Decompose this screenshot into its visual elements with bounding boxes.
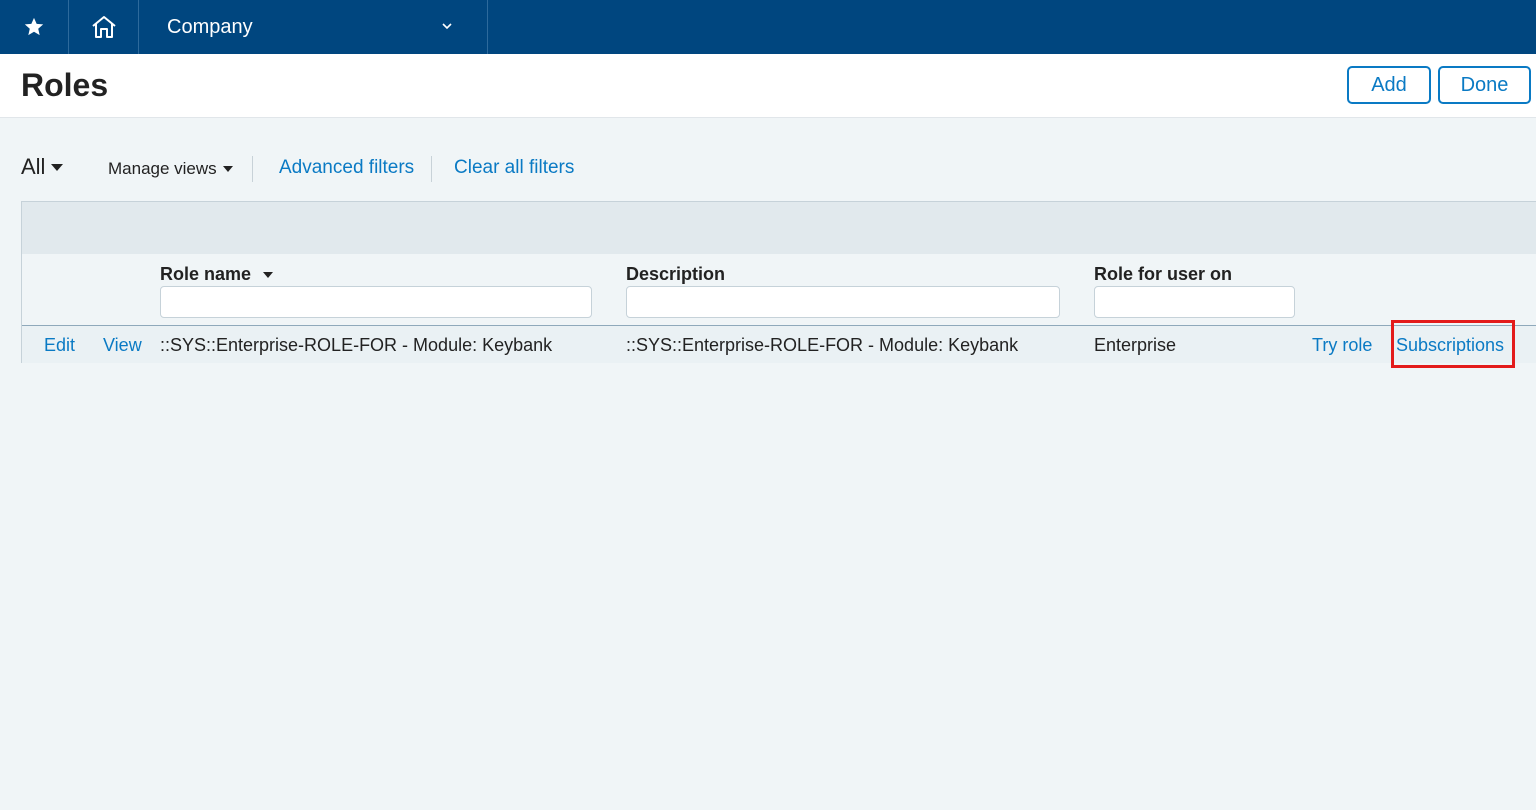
star-icon [24,17,44,36]
description-cell: ::SYS::Enterprise-ROLE-FOR - Module: Key… [626,335,1019,355]
company-dropdown[interactable]: Company [139,0,488,54]
add-button[interactable]: Add [1347,66,1431,104]
column-header-label: Description [626,264,726,284]
top-nav: Company [0,0,1536,54]
view-link[interactable]: View [103,335,142,356]
column-header-label: Role name [160,264,252,284]
chevron-down-icon [442,23,452,30]
column-header-role-name[interactable]: Role name [160,264,274,285]
table-row: Edit View ::SYS::Enterprise-ROLE-FOR - M… [22,325,1536,363]
highlight-box [1391,320,1515,368]
page-title: Roles [21,67,109,103]
column-header-label: Role for user on [1094,264,1233,284]
caret-down-icon [51,163,64,171]
manage-views-dropdown[interactable]: Manage views [108,159,233,179]
divider [431,156,432,182]
column-header-role-for-user-on[interactable]: Role for user on [1094,264,1232,285]
divider [252,156,253,182]
roles-table: Role name Description Role for user on E… [21,201,1536,363]
done-button[interactable]: Done [1438,66,1531,104]
page-header: Roles Add Done [0,54,1536,118]
advanced-filters-link[interactable]: Advanced filters [279,157,414,179]
role-name-cell: ::SYS::Enterprise-ROLE-FOR - Module: Key… [160,335,553,355]
role-for-user-on-cell: Enterprise [1094,335,1177,355]
column-header-description[interactable]: Description [626,264,725,285]
caret-down-icon [222,166,233,172]
manage-views-label: Manage views [108,159,217,178]
company-label: Company [167,15,253,38]
view-selector-label: All [21,154,46,179]
table-toolbar-band [22,202,1536,254]
home-icon [91,16,116,38]
sort-caret-icon [263,271,274,278]
edit-link[interactable]: Edit [44,335,75,356]
favorites-button[interactable] [0,0,69,54]
try-role-link[interactable]: Try role [1312,335,1372,356]
view-selector[interactable]: All [21,154,64,180]
role-name-filter-input[interactable] [160,286,592,318]
role-for-user-on-filter-input[interactable] [1094,286,1295,318]
clear-all-filters-link[interactable]: Clear all filters [454,157,574,179]
description-filter-input[interactable] [626,286,1060,318]
home-button[interactable] [69,0,139,54]
